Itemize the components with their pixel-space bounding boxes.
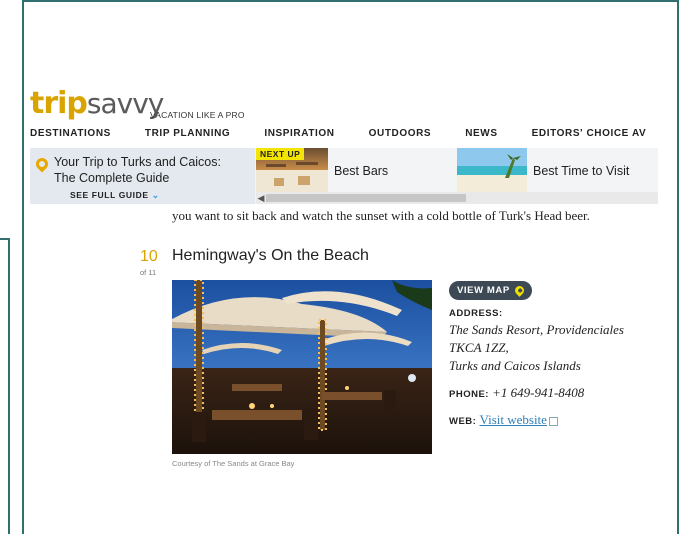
- phone-number[interactable]: +1 649-941-8408: [492, 385, 584, 400]
- guide-title[interactable]: Your Trip to Turks and Caicos: The Compl…: [54, 154, 244, 186]
- list-item-title: Hemingway's On the Beach: [172, 247, 369, 264]
- article-paragraph: you want to sit back and watch the sunse…: [172, 208, 590, 223]
- chevron-down-icon: ⌄: [151, 190, 160, 200]
- next-up-badge: NEXT UP: [256, 148, 305, 160]
- related-link-best-bars[interactable]: Best Bars: [334, 164, 388, 178]
- guide-bar: Your Trip to Turks and Caicos: The Compl…: [30, 148, 658, 204]
- guide-summary[interactable]: Your Trip to Turks and Caicos: The Compl…: [30, 148, 255, 204]
- nav-item-trip-planning[interactable]: TRIP PLANNING: [145, 128, 230, 142]
- nav-item-news[interactable]: NEWS: [465, 128, 497, 142]
- address-line: Turks and Caicos Islands: [449, 358, 581, 373]
- web-row: WEB: Visit website: [449, 412, 558, 428]
- scroll-left-arrow-icon[interactable]: ◀: [256, 192, 266, 204]
- see-full-guide-link[interactable]: SEE FULL GUIDE ⌄: [70, 190, 160, 201]
- main-nav: DESTINATIONS TRIP PLANNING INSPIRATION O…: [30, 128, 658, 142]
- related-thumb-best-bars[interactable]: NEXT UP: [256, 148, 328, 192]
- background-window-edge: [0, 238, 10, 534]
- external-link-icon: [548, 416, 558, 426]
- phone-label: PHONE:: [449, 389, 489, 400]
- nav-item-inspiration[interactable]: INSPIRATION: [264, 128, 334, 142]
- beach-restaurant-image: [172, 280, 432, 454]
- site-tagline: VACATION LIKE A PRO: [150, 110, 245, 120]
- visit-website-link[interactable]: Visit website: [479, 412, 546, 427]
- list-item-count: of 11: [140, 268, 157, 277]
- address-line: TKCA 1ZZ,: [449, 340, 509, 355]
- related-thumb-best-time[interactable]: [457, 148, 527, 192]
- location-pin-icon: [33, 155, 51, 173]
- map-pin-icon: [512, 284, 526, 297]
- view-map-label: VIEW MAP: [457, 285, 510, 296]
- address-label: ADDRESS:: [449, 308, 503, 319]
- carousel-scrollbar[interactable]: ◀: [256, 192, 658, 204]
- list-item-number: 10: [140, 248, 158, 265]
- scrollbar-thumb[interactable]: [266, 194, 466, 202]
- web-label: WEB:: [449, 416, 477, 427]
- logo-trip-text: trip: [30, 86, 88, 121]
- address-line: The Sands Resort, Providenciales: [449, 322, 624, 337]
- photo-credit: Courtesy of The Sands at Grace Bay: [172, 459, 295, 468]
- view-map-button[interactable]: VIEW MAP: [449, 281, 532, 300]
- restaurant-photo[interactable]: [172, 280, 432, 454]
- nav-item-destinations[interactable]: DESTINATIONS: [30, 128, 111, 142]
- beach-photo-icon: [457, 148, 527, 192]
- nav-item-editors-choice[interactable]: EDITORS' CHOICE AV: [532, 128, 647, 142]
- address-block: The Sands Resort, Providenciales TKCA 1Z…: [449, 321, 624, 375]
- related-link-best-time[interactable]: Best Time to Visit: [533, 164, 629, 178]
- see-full-guide-label: SEE FULL GUIDE: [70, 190, 149, 200]
- site-logo[interactable]: tripsavvy: [30, 86, 164, 126]
- nav-item-outdoors[interactable]: OUTDOORS: [369, 128, 432, 142]
- phone-row: PHONE: +1 649-941-8408: [449, 385, 584, 401]
